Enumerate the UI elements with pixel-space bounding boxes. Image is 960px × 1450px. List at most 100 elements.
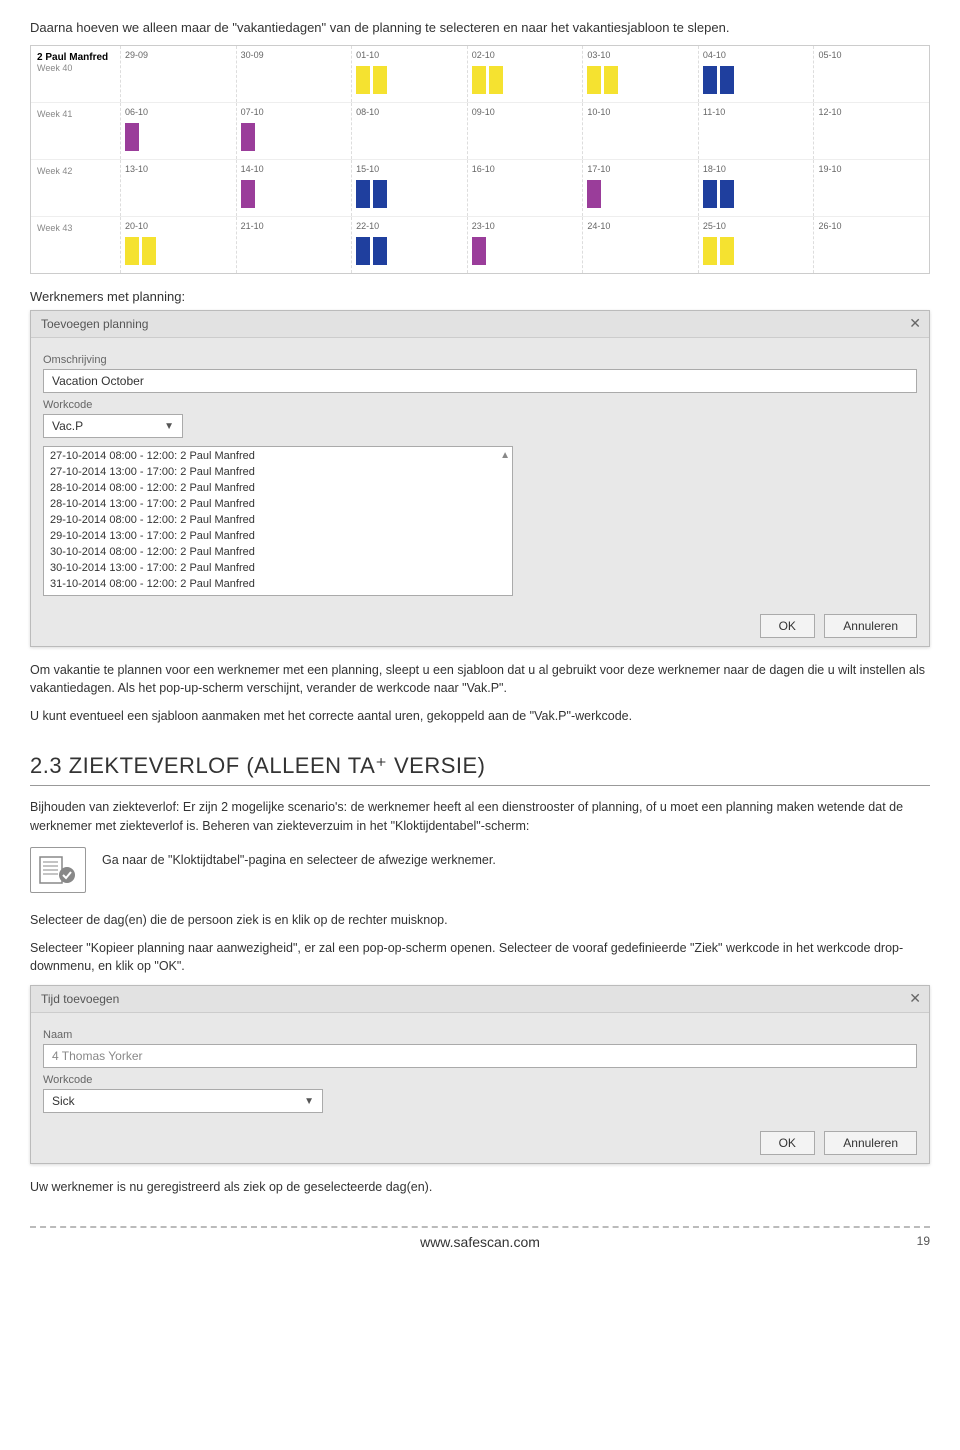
shift-block[interactable] — [472, 237, 486, 265]
shift-block[interactable] — [703, 237, 717, 265]
list-item[interactable]: 30-10-2014 13:00 - 17:00: 2 Paul Manfred — [50, 561, 506, 577]
shift-block[interactable] — [142, 237, 156, 265]
shift-block[interactable] — [241, 180, 255, 208]
shift-block[interactable] — [373, 66, 387, 94]
calendar-day[interactable]: 29-09 — [121, 46, 237, 102]
day-date: 29-09 — [125, 50, 232, 60]
shift-block[interactable] — [125, 237, 139, 265]
chevron-down-icon: ▼ — [304, 1096, 314, 1107]
calendar-day[interactable]: 30-09 — [237, 46, 353, 102]
employee-name: 2 Paul Manfred — [37, 52, 114, 63]
list-item[interactable]: 30-10-2014 08:00 - 12:00: 2 Paul Manfred — [50, 545, 506, 561]
calendar-day[interactable]: 22-10 — [352, 217, 468, 273]
calendar-day[interactable]: 24-10 — [583, 217, 699, 273]
calendar-day[interactable]: 12-10 — [814, 103, 929, 159]
paragraph: Uw werknemer is nu geregistreerd als zie… — [30, 1178, 930, 1196]
calendar-day[interactable]: 06-10 — [121, 103, 237, 159]
shift-block[interactable] — [720, 237, 734, 265]
workcode-select[interactable]: Vac.P ▼ — [43, 414, 183, 438]
calendar-day[interactable]: 04-10 — [699, 46, 815, 102]
workcode-value: Vac.P — [52, 419, 83, 433]
day-date: 08-10 — [356, 107, 463, 117]
calendar-day[interactable]: 17-10 — [583, 160, 699, 216]
ok-button[interactable]: OK — [760, 614, 815, 638]
shift-block[interactable] — [373, 180, 387, 208]
day-date: 05-10 — [818, 50, 925, 60]
day-date: 20-10 — [125, 221, 232, 231]
calendar-day[interactable]: 23-10 — [468, 217, 584, 273]
list-item[interactable]: 27-10-2014 08:00 - 12:00: 2 Paul Manfred — [50, 449, 506, 465]
shift-block[interactable] — [587, 180, 601, 208]
shift-block[interactable] — [373, 237, 387, 265]
shift-block[interactable] — [356, 237, 370, 265]
calendar-day[interactable]: 05-10 — [814, 46, 929, 102]
shift-block[interactable] — [241, 123, 255, 151]
day-date: 04-10 — [703, 50, 810, 60]
paragraph: Om vakantie te plannen voor een werkneme… — [30, 661, 930, 697]
day-date: 15-10 — [356, 164, 463, 174]
shift-block[interactable] — [489, 66, 503, 94]
ok-button[interactable]: OK — [760, 1131, 815, 1155]
omschrijving-input[interactable]: Vacation October — [43, 369, 917, 393]
calendar-day[interactable]: 11-10 — [699, 103, 815, 159]
list-item[interactable]: 28-10-2014 08:00 - 12:00: 2 Paul Manfred — [50, 481, 506, 497]
day-date: 11-10 — [703, 107, 810, 117]
calendar-day[interactable]: 21-10 — [237, 217, 353, 273]
close-icon[interactable]: ✕ — [909, 990, 921, 1007]
calendar-day[interactable]: 01-10 — [352, 46, 468, 102]
shift-block[interactable] — [587, 66, 601, 94]
calendar-day[interactable]: 19-10 — [814, 160, 929, 216]
calendar-day[interactable]: 03-10 — [583, 46, 699, 102]
day-date: 18-10 — [703, 164, 810, 174]
day-date: 01-10 — [356, 50, 463, 60]
calendar-day[interactable]: 14-10 — [237, 160, 353, 216]
calendar-day[interactable]: 25-10 — [699, 217, 815, 273]
list-item[interactable]: 28-10-2014 13:00 - 17:00: 2 Paul Manfred — [50, 497, 506, 513]
calendar-day[interactable]: 10-10 — [583, 103, 699, 159]
calendar-day[interactable]: 08-10 — [352, 103, 468, 159]
section-title-planning: Werknemers met planning: — [30, 289, 930, 304]
shift-block[interactable] — [356, 180, 370, 208]
calendar-day[interactable]: 16-10 — [468, 160, 584, 216]
shift-block[interactable] — [703, 180, 717, 208]
day-date: 19-10 — [818, 164, 925, 174]
calendar-day[interactable]: 15-10 — [352, 160, 468, 216]
list-item[interactable]: 29-10-2014 13:00 - 17:00: 2 Paul Manfred — [50, 529, 506, 545]
shift-block[interactable] — [356, 66, 370, 94]
planning-entries-list[interactable]: ▲ 27-10-2014 08:00 - 12:00: 2 Paul Manfr… — [43, 446, 513, 596]
calendar-day[interactable]: 02-10 — [468, 46, 584, 102]
cancel-button[interactable]: Annuleren — [824, 1131, 917, 1155]
close-icon[interactable]: ✕ — [909, 315, 921, 332]
callout-text: Ga naar de "Kloktijdtabel"-pagina en sel… — [102, 847, 930, 867]
paragraph: Selecteer de dag(en) die de persoon ziek… — [30, 911, 930, 929]
shift-block[interactable] — [472, 66, 486, 94]
list-item[interactable]: 29-10-2014 08:00 - 12:00: 2 Paul Manfred — [50, 513, 506, 529]
calendar-day[interactable]: 26-10 — [814, 217, 929, 273]
shift-block[interactable] — [703, 66, 717, 94]
calendar-day[interactable]: 18-10 — [699, 160, 815, 216]
shift-block[interactable] — [720, 180, 734, 208]
calendar-day[interactable]: 20-10 — [121, 217, 237, 273]
day-date: 09-10 — [472, 107, 579, 117]
row-label: Week 42 — [31, 160, 121, 216]
calendar-day[interactable]: 09-10 — [468, 103, 584, 159]
day-date: 02-10 — [472, 50, 579, 60]
scroll-up-icon[interactable]: ▲ — [500, 449, 510, 464]
page-number: 19 — [917, 1234, 930, 1248]
calendar-day[interactable]: 13-10 — [121, 160, 237, 216]
week-label: Week 42 — [37, 166, 114, 176]
day-date: 30-09 — [241, 50, 348, 60]
cancel-button[interactable]: Annuleren — [824, 614, 917, 638]
list-item[interactable]: 31-10-2014 08:00 - 12:00: 2 Paul Manfred — [50, 577, 506, 593]
calendar-day[interactable]: 07-10 — [237, 103, 353, 159]
shift-block[interactable] — [720, 66, 734, 94]
week-label: Week 41 — [37, 109, 114, 119]
workcode-select[interactable]: Sick ▼ — [43, 1089, 323, 1113]
add-planning-dialog: Toevoegen planning ✕ Omschrijving Vacati… — [30, 310, 930, 647]
shift-block[interactable] — [125, 123, 139, 151]
shift-block[interactable] — [604, 66, 618, 94]
paragraph: U kunt eventueel een sjabloon aanmaken m… — [30, 707, 930, 725]
paragraph: Bijhouden van ziekteverlof: Er zijn 2 mo… — [30, 798, 930, 834]
list-item[interactable]: 27-10-2014 13:00 - 17:00: 2 Paul Manfred — [50, 465, 506, 481]
day-date: 26-10 — [818, 221, 925, 231]
